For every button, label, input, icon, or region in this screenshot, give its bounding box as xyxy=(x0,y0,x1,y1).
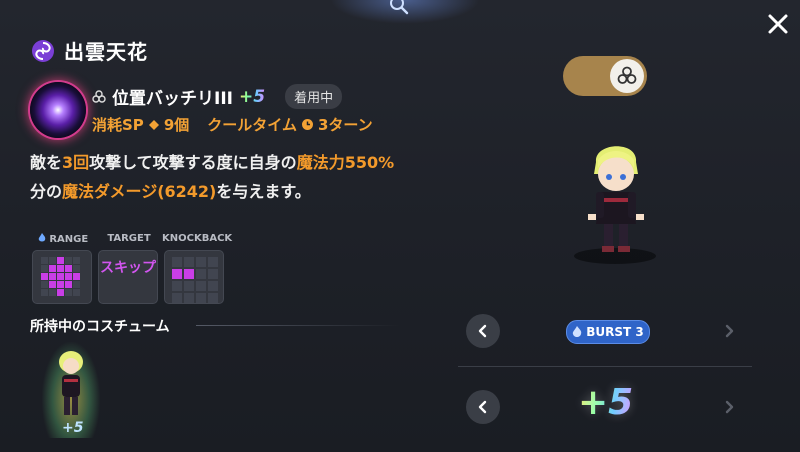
skill-description: 敵を3回攻撃して攻撃する度に自身の魔法力550% 分の魔法ダメージ(6242)を与… xyxy=(30,148,400,206)
plus-next-button[interactable] xyxy=(712,390,746,424)
skill-cost-row: 消耗SP 9個 クールタイム 3ターン xyxy=(92,114,373,135)
knockback-grid xyxy=(172,257,218,303)
clover-icon xyxy=(92,89,106,103)
chevron-left-icon xyxy=(478,400,487,414)
skill-detail-panel: 出雲天花 位置バッチリIII +5 着用中 消耗SP 9個 クールタイム 3ター… xyxy=(0,0,800,452)
skill-title-row: 位置バッチリIII +5 着用中 xyxy=(92,84,343,109)
plus-level-display: +5 xyxy=(578,382,634,423)
target-label: TARGET xyxy=(107,233,151,244)
desc-percent: 550% xyxy=(344,153,395,172)
toggle-clover-icon xyxy=(617,66,637,84)
skill-icon xyxy=(30,82,86,138)
burst-level-text: BURST 3 xyxy=(586,325,644,339)
chevron-left-icon xyxy=(478,324,487,338)
burst-prev-button[interactable] xyxy=(466,314,500,348)
desc-hits: 3回 xyxy=(62,153,90,172)
equipped-badge: 着用中 xyxy=(285,84,343,109)
desc-damage: 魔法ダメージ(6242) xyxy=(62,182,217,201)
sp-cost-label: 消耗SP xyxy=(92,116,144,134)
costume-card[interactable]: +5 xyxy=(42,342,100,438)
desc-text: 敵を xyxy=(30,153,63,172)
close-icon[interactable] xyxy=(764,10,792,38)
chevron-right-icon xyxy=(725,324,734,338)
knockback-label: KNOCKBACK xyxy=(162,233,233,244)
cooldown-value: 3ターン xyxy=(317,116,373,134)
chevron-right-icon xyxy=(725,400,734,414)
diamond-icon xyxy=(148,119,159,130)
selector-divider xyxy=(458,366,752,367)
plus-prev-button[interactable] xyxy=(466,390,500,424)
clock-icon xyxy=(301,119,313,130)
sp-cost-value: 9個 xyxy=(163,116,190,134)
burst-next-button[interactable] xyxy=(712,314,746,348)
flame-icon xyxy=(38,233,46,242)
costume-divider xyxy=(196,325,400,326)
range-grid xyxy=(41,257,80,296)
target-box[interactable]: スキップ xyxy=(98,250,158,304)
cooldown-label: クールタイム xyxy=(207,116,297,134)
character-header: 出雲天花 xyxy=(30,36,148,65)
costume-toggle[interactable] xyxy=(563,56,647,96)
skill-info-labels: RANGE TARGET KNOCKBACK xyxy=(30,233,233,245)
knockback-box[interactable] xyxy=(164,250,224,304)
skill-plus-level: +5 xyxy=(238,86,266,107)
toggle-knob xyxy=(610,59,644,93)
swirl-icon xyxy=(32,39,54,62)
flame-icon xyxy=(573,326,582,337)
burst-level-pill: BURST 3 xyxy=(566,320,650,344)
search-icon[interactable] xyxy=(388,0,410,16)
costume-section-title: 所持中のコスチューム xyxy=(30,319,170,335)
range-box[interactable] xyxy=(32,250,92,304)
costume-plus-level: +5 xyxy=(62,420,84,436)
target-value: スキップ xyxy=(100,260,156,276)
desc-stat: 魔法力 xyxy=(296,153,345,172)
range-label-text: RANGE xyxy=(49,234,89,245)
character-name: 出雲天花 xyxy=(64,40,148,64)
range-label: RANGE xyxy=(30,233,96,245)
desc-text: 攻撃して攻撃する度に自身の xyxy=(89,153,297,172)
character-sprite xyxy=(588,146,644,252)
desc-text: 分の xyxy=(30,182,63,201)
desc-text: を与えます。 xyxy=(216,182,311,201)
skill-name: 位置バッチリIII xyxy=(112,89,233,109)
